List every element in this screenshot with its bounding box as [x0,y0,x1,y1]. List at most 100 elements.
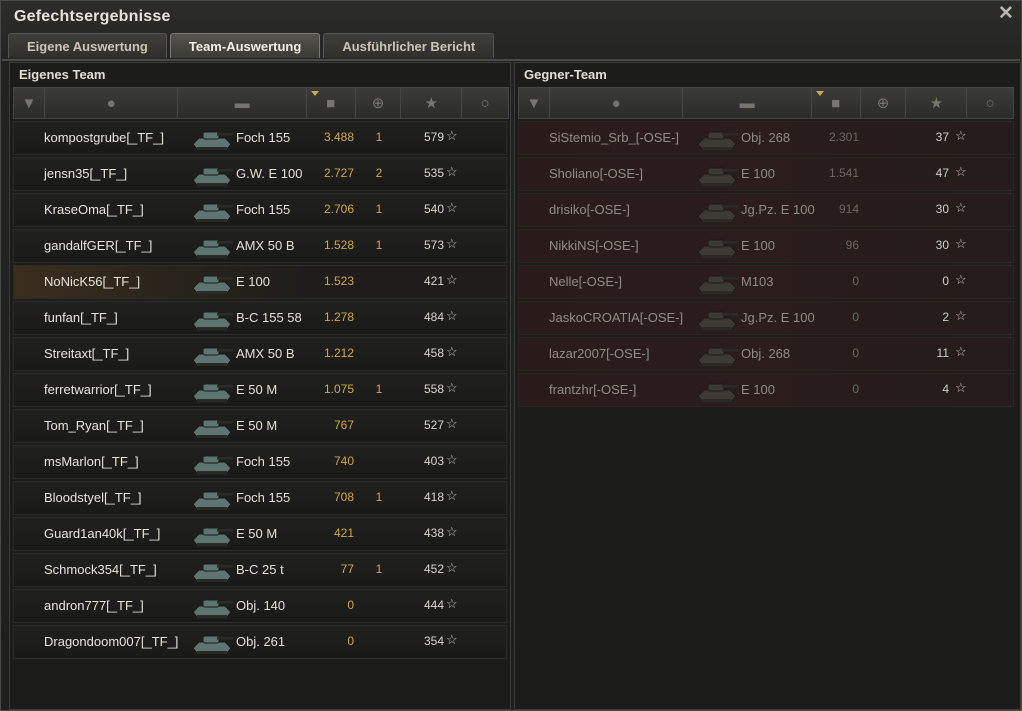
team-row[interactable]: NikkiNS[-OSE-] E 100 96 30 ☆ [518,229,1014,263]
tank-name: Obj. 268 [741,130,791,145]
team-row[interactable]: drisiko[-OSE-] Jg.Pz. E 100 914 30 ☆ [518,193,1014,227]
team-row[interactable]: NoNicK56[_TF_] E 100 1.523 421 ☆ [13,265,507,299]
star-icon: ☆ [446,380,458,395]
damage-icon[interactable]: ■ [307,88,356,118]
xp-value: 444 [423,598,444,612]
team-row[interactable]: lazar2007[-OSE-] Obj. 268 0 11 ☆ [518,337,1014,371]
xp-value: 579 [423,130,444,144]
player-name[interactable]: msMarlon[_TF_] [44,454,139,469]
tank-icon[interactable]: ▬ [178,88,307,118]
team-row[interactable]: jensn35[_TF_] G.W. E 100 2.727 2 535 ☆ [13,157,507,191]
team-row[interactable]: funfan[_TF_] B-C 155 58 1.278 484 ☆ [13,301,507,335]
team-row[interactable]: Schmock354[_TF_] B-C 25 t 77 1 452 ☆ [13,553,507,587]
player-name[interactable]: SiStemio_Srb_[-OSE-] [549,130,679,145]
damage-icon[interactable]: ■ [812,88,861,118]
xp-value: 30 [935,202,949,216]
tab-eigene-auswertung[interactable]: Eigene Auswertung [8,33,167,58]
player-name[interactable]: Tom_Ryan[_TF_] [44,418,144,433]
xp-star-icon[interactable]: ★ [401,88,463,118]
kills-icon[interactable]: ⊕ [356,88,402,118]
tank-icon [189,556,235,585]
star-icon: ☆ [955,128,967,143]
player-name[interactable]: NoNicK56[_TF_] [44,274,140,289]
team-row[interactable]: Nelle[-OSE-] M103 0 0 ☆ [518,265,1014,299]
team-row[interactable]: KraseOma[_TF_] Foch 155 2.706 1 540 ☆ [13,193,507,227]
team-row[interactable]: frantzhr[-OSE-] E 100 0 4 ☆ [518,373,1014,407]
player-name[interactable]: Guard1an40k[_TF_] [44,526,160,541]
damage-value: 1.523 [323,274,354,288]
tank-name: Foch 155 [236,490,291,505]
star-icon: ☆ [446,200,458,215]
enemy-team-panel: Gegner-Team ▼ ● ▬ ■ ⊕ ★ ○ SiStemio_Srb_[… [514,62,1021,710]
close-icon[interactable]: ✕ [997,4,1015,23]
star-icon: ☆ [446,164,458,179]
team-row[interactable]: Dragondoom007[_TF_] Obj. 261 0 354 ☆ [13,625,507,659]
tank-icon [189,268,235,297]
player-name[interactable]: Bloodstyel[_TF_] [44,490,142,505]
damage-value: 0 [852,346,859,360]
tank-name: B-C 155 58 [236,310,302,325]
player-name[interactable]: andron777[_TF_] [44,598,144,613]
star-icon: ☆ [446,560,458,575]
team-row[interactable]: Streitaxt[_TF_] AMX 50 B 1.212 458 ☆ [13,337,507,371]
team-row[interactable]: Bloodstyel[_TF_] Foch 155 708 1 418 ☆ [13,481,507,515]
xp-star-icon[interactable]: ★ [906,88,968,118]
team-row[interactable]: msMarlon[_TF_] Foch 155 740 403 ☆ [13,445,507,479]
team-row[interactable]: Guard1an40k[_TF_] E 50 M 421 438 ☆ [13,517,507,551]
player-name[interactable]: JaskoCROATIA[-OSE-] [549,310,683,325]
squad-icon[interactable]: ▼ [14,88,45,118]
kills-icon[interactable]: ⊕ [861,88,907,118]
star-icon: ☆ [446,524,458,539]
player-name[interactable]: Sholiano[-OSE-] [549,166,643,181]
squad-icon[interactable]: ▼ [519,88,550,118]
tank-icon [189,232,235,261]
title-bar: Gefechtsergebnisse ✕ [1,1,1021,31]
damage-value: 77 [340,562,354,576]
player-icon[interactable]: ● [550,88,684,118]
player-name[interactable]: kompostgrube[_TF_] [44,130,164,145]
tank-name: E 100 [741,238,775,253]
player-icon[interactable]: ● [45,88,179,118]
tank-icon [694,304,740,333]
medal-icon[interactable]: ○ [967,88,1013,118]
tab-ausfuehrlicher-bericht[interactable]: Ausführlicher Bericht [323,33,495,58]
player-name[interactable]: frantzhr[-OSE-] [549,382,636,397]
player-name[interactable]: Schmock354[_TF_] [44,562,157,577]
tank-icon[interactable]: ▬ [683,88,812,118]
star-icon: ☆ [446,596,458,611]
xp-value: 484 [423,310,444,324]
team-row[interactable]: JaskoCROATIA[-OSE-] Jg.Pz. E 100 0 2 ☆ [518,301,1014,335]
medal-icon[interactable]: ○ [462,88,508,118]
xp-value: 30 [935,238,949,252]
star-icon: ☆ [446,452,458,467]
team-row[interactable]: SiStemio_Srb_[-OSE-] Obj. 268 2.301 37 ☆ [518,121,1014,155]
team-row[interactable]: ferretwarrior[_TF_] E 50 M 1.075 1 558 ☆ [13,373,507,407]
kills-value: 2 [375,166,383,180]
tank-name: M103 [741,274,774,289]
team-row[interactable]: andron777[_TF_] Obj. 140 0 444 ☆ [13,589,507,623]
tank-name: E 100 [741,382,775,397]
team-row[interactable]: kompostgrube[_TF_] Foch 155 3.488 1 579 ☆ [13,121,507,155]
player-name[interactable]: ferretwarrior[_TF_] [44,382,152,397]
damage-value: 1.541 [828,166,859,180]
player-name[interactable]: jensn35[_TF_] [44,166,127,181]
player-name[interactable]: funfan[_TF_] [44,310,118,325]
team-row[interactable]: Tom_Ryan[_TF_] E 50 M 767 527 ☆ [13,409,507,443]
player-name[interactable]: NikkiNS[-OSE-] [549,238,639,253]
team-row[interactable]: Sholiano[-OSE-] E 100 1.541 47 ☆ [518,157,1014,191]
player-name[interactable]: Streitaxt[_TF_] [44,346,129,361]
player-name[interactable]: lazar2007[-OSE-] [549,346,649,361]
player-name[interactable]: KraseOma[_TF_] [44,202,144,217]
team-row[interactable]: gandalfGER[_TF_] AMX 50 B 1.528 1 573 ☆ [13,229,507,263]
xp-value: 4 [942,382,949,396]
tank-icon [189,196,235,225]
player-name[interactable]: Dragondoom007[_TF_] [44,634,178,649]
xp-value: 421 [423,274,444,288]
tank-name: E 50 M [236,382,278,397]
tank-name: G.W. E 100 [236,166,303,181]
player-name[interactable]: gandalfGER[_TF_] [44,238,152,253]
star-icon: ☆ [955,272,967,287]
tab-team-auswertung[interactable]: Team-Auswertung [169,33,321,58]
player-name[interactable]: drisiko[-OSE-] [549,202,630,217]
player-name[interactable]: Nelle[-OSE-] [549,274,622,289]
